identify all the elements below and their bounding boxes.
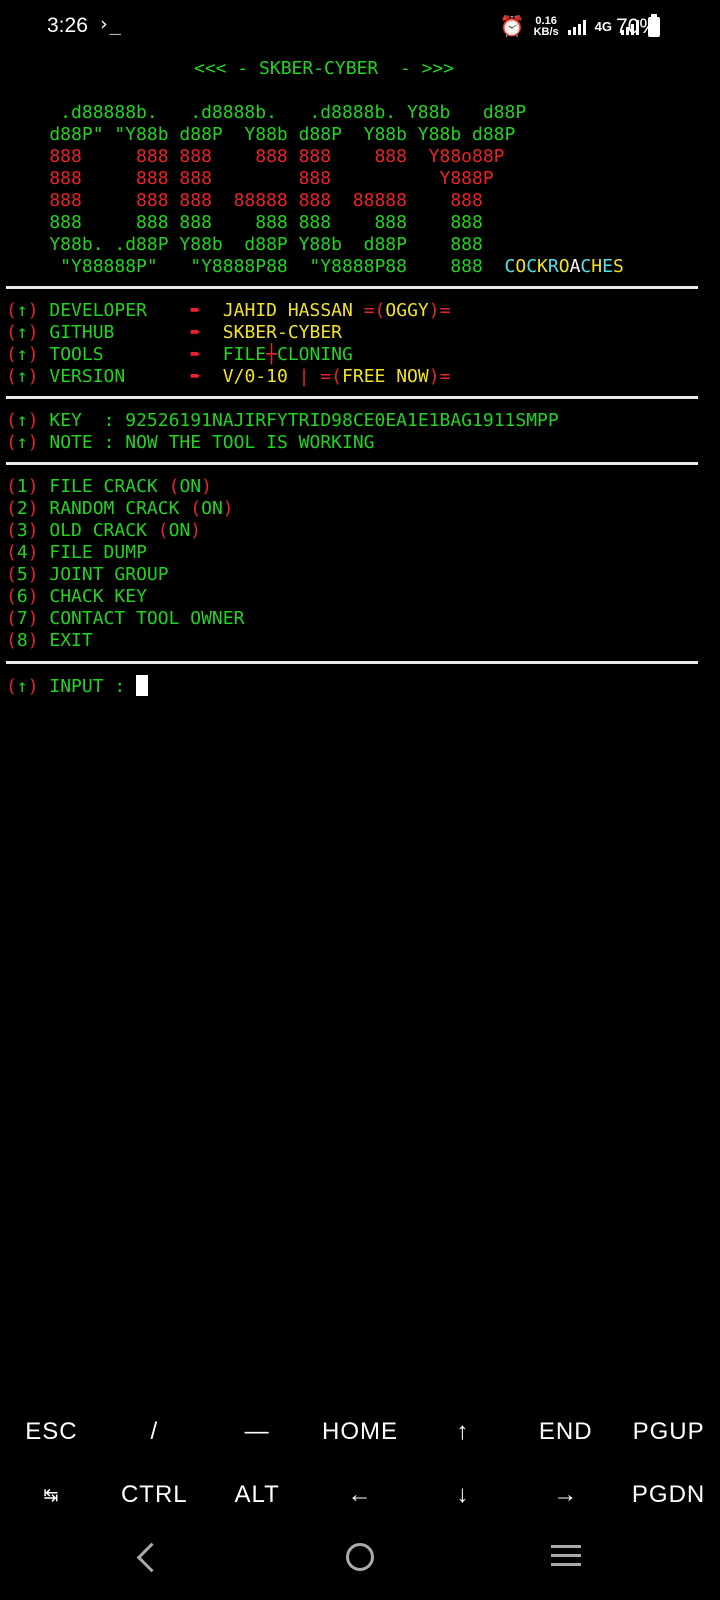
tab-key[interactable]: ↹ bbox=[0, 1481, 103, 1509]
text-cursor[interactable] bbox=[136, 675, 149, 696]
left-arrow-key[interactable]: ← bbox=[309, 1481, 412, 1509]
network-type: 4G bbox=[594, 19, 612, 34]
signal-icon bbox=[567, 19, 586, 35]
menu-item: (3) OLD CRACK (ON) bbox=[6, 520, 202, 541]
key-value: 92526191NAJIRFYTRID98CE0EA1E1BAG1911SMPP bbox=[125, 410, 559, 431]
terminal-output[interactable]: <<< - SKBER-CYBER - >>> .d88888b. .d8888… bbox=[6, 58, 720, 278]
back-icon[interactable] bbox=[136, 1542, 167, 1573]
divider bbox=[6, 462, 698, 465]
developer-name: JAHID HASSAN bbox=[222, 300, 353, 321]
end-key[interactable]: END bbox=[514, 1418, 617, 1446]
divider bbox=[6, 661, 698, 664]
extra-keys-row-1: ESC / — HOME ↑ END PGUP bbox=[0, 1418, 720, 1446]
ascii-logo-line: 888 888 888 88888 888 88888 888 bbox=[6, 190, 483, 211]
menu-item: (5) JOINT GROUP bbox=[6, 564, 169, 585]
dash-key[interactable]: — bbox=[206, 1418, 309, 1446]
menu-item: (6) CHACK KEY bbox=[6, 586, 147, 607]
status-bar: 3:26 ›_ ⏰ 0.16 KB/s 4G 70% bbox=[0, 0, 720, 56]
pgdn-key[interactable]: PGDN bbox=[617, 1481, 720, 1509]
ascii-logo-line: 888 888 888 888 888 888 888 bbox=[6, 212, 483, 233]
home-key[interactable]: HOME bbox=[309, 1418, 412, 1446]
menu-item: (4) FILE DUMP bbox=[6, 542, 147, 563]
extra-keys-row-2: ↹ CTRL ALT ← ↓ → PGDN bbox=[0, 1481, 720, 1509]
home-icon[interactable] bbox=[346, 1543, 374, 1571]
ascii-logo-line: Y88b. .d88P Y88b d88P Y88b d88P 888 bbox=[6, 234, 483, 255]
info-label: TOOLS bbox=[49, 344, 104, 365]
terminal-app-icon: ›_ bbox=[98, 13, 121, 35]
input-line[interactable]: (↑) INPUT : bbox=[6, 675, 720, 697]
info-section: (↑) DEVELOPER ➨ JAHID HASSAN =(OGGY)= (↑… bbox=[6, 300, 451, 387]
key-section: (↑) KEY : 92526191NAJIRFYTRID98CE0EA1E1B… bbox=[6, 410, 559, 453]
navigation-bar bbox=[0, 1535, 720, 1595]
menu-item: (8) EXIT bbox=[6, 630, 93, 651]
info-label: VERSION bbox=[49, 366, 126, 387]
ascii-logo-line: d88P" "Y88b d88P Y88b d88P Y88b Y88b d88… bbox=[6, 124, 516, 145]
info-label: DEVELOPER bbox=[49, 300, 147, 321]
alt-key[interactable]: ALT bbox=[206, 1481, 309, 1509]
recent-apps-icon[interactable] bbox=[551, 1545, 581, 1572]
pgup-key[interactable]: PGUP bbox=[617, 1418, 720, 1446]
slash-key[interactable]: / bbox=[103, 1418, 206, 1446]
up-arrow-key[interactable]: ↑ bbox=[411, 1418, 514, 1446]
menu-list: (1) FILE CRACK (ON) (2) RANDOM CRACK (ON… bbox=[6, 476, 720, 652]
divider bbox=[6, 286, 698, 289]
down-arrow-key[interactable]: ↓ bbox=[411, 1481, 514, 1509]
ascii-logo-line: .d88888b. .d8888b. .d8888b. Y88b d88P bbox=[6, 102, 527, 123]
info-label: GITHUB bbox=[49, 322, 115, 343]
ascii-logo-line-last: "Y88888P" "Y8888P88 "Y8888P88 888 COCKRO… bbox=[6, 256, 624, 277]
menu-item: (1) FILE CRACK (ON) bbox=[6, 476, 212, 497]
logo-tag: COCKROACHES bbox=[504, 256, 624, 277]
clock: 3:26 bbox=[47, 14, 88, 37]
github-name: SKBER-CYBER bbox=[222, 322, 343, 343]
banner: <<< - SKBER-CYBER - >>> bbox=[194, 58, 455, 79]
version: V/0-10 bbox=[222, 366, 288, 387]
right-arrow-key[interactable]: → bbox=[514, 1481, 617, 1509]
battery-percent: 70% bbox=[615, 15, 658, 38]
alarm-icon: ⏰ bbox=[499, 16, 525, 38]
menu-item: (7) CONTACT TOOL OWNER bbox=[6, 608, 245, 629]
network-speed: 0.16 KB/s bbox=[533, 14, 559, 38]
note-value: NOW THE TOOL IS WORKING bbox=[125, 432, 375, 453]
ascii-logo-line: 888 888 888 888 Y888P bbox=[6, 168, 494, 189]
ascii-logo-line: 888 888 888 888 888 888 Y88o88P bbox=[6, 146, 505, 167]
esc-key[interactable]: ESC bbox=[0, 1418, 103, 1446]
divider bbox=[6, 396, 698, 399]
ctrl-key[interactable]: CTRL bbox=[103, 1481, 206, 1509]
menu-item: (2) RANDOM CRACK (ON) bbox=[6, 498, 234, 519]
